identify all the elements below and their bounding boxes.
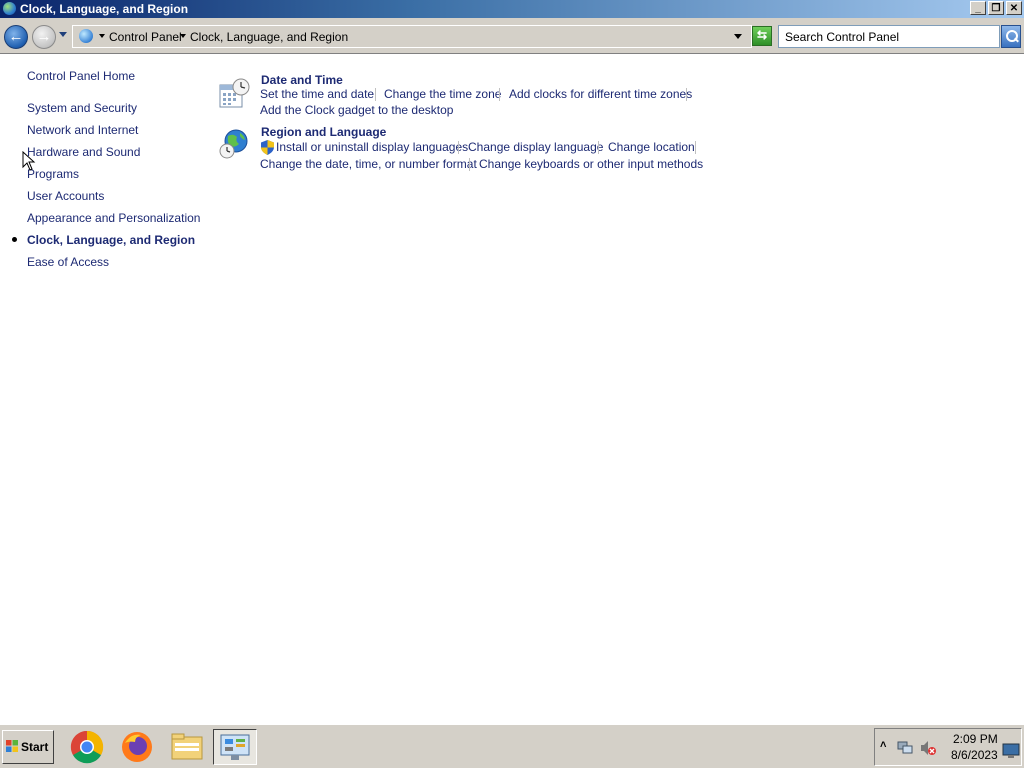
category-region-and-language[interactable]: Region and Language	[261, 125, 386, 139]
task-change-display-language[interactable]: Change display language	[468, 140, 603, 154]
taskbar-firefox[interactable]	[115, 729, 159, 765]
task-add-clock-gadget[interactable]: Add the Clock gadget to the desktop	[260, 103, 453, 117]
task-change-location[interactable]: Change location	[608, 140, 695, 154]
taskbar: Start ˄	[0, 724, 1024, 768]
sidebar-item-control-panel-home[interactable]: Control Panel Home	[27, 69, 135, 83]
control-panel-icon	[3, 2, 16, 15]
clock-calendar-icon[interactable]	[218, 77, 250, 109]
minimize-button[interactable]: _	[970, 1, 986, 15]
control-panel-location-icon	[79, 29, 93, 43]
windows-logo-icon	[6, 740, 18, 752]
breadcrumb-control-panel[interactable]: Control Panel	[109, 30, 182, 44]
clock-date[interactable]: 8/6/2023	[951, 748, 998, 762]
forward-button[interactable]: →	[32, 25, 56, 49]
clock-time[interactable]: 2:09 PM	[953, 732, 998, 746]
notification-area: ˄	[874, 728, 1022, 766]
search-input[interactable]: Search Control Panel	[778, 25, 1000, 48]
sidebar-item-system-and-security[interactable]: System and Security	[27, 101, 137, 115]
network-icon[interactable]	[897, 740, 913, 756]
address-dropdown-icon[interactable]	[734, 34, 742, 39]
taskbar-chrome[interactable]	[65, 729, 109, 765]
back-button[interactable]: ←	[4, 25, 28, 49]
mouse-cursor-icon	[22, 151, 36, 171]
start-button[interactable]: Start	[2, 730, 54, 764]
restore-button[interactable]: ❐	[988, 1, 1004, 15]
refresh-button[interactable]: ⇆	[752, 26, 772, 46]
taskbar-file-explorer[interactable]	[165, 729, 209, 765]
task-change-keyboards[interactable]: Change keyboards or other input methods	[479, 157, 703, 171]
title-bar: Clock, Language, and Region _ ❐ ✕	[0, 0, 1024, 18]
window-controls: _ ❐ ✕	[970, 1, 1022, 15]
task-change-date-time-number-format[interactable]: Change the date, time, or number format	[260, 157, 477, 171]
chrome-icon	[70, 730, 104, 764]
task-add-clocks[interactable]: Add clocks for different time zones	[509, 87, 692, 101]
category-date-and-time[interactable]: Date and Time	[261, 73, 343, 87]
uac-shield-icon	[261, 140, 274, 155]
address-field[interactable]: Control Panel Clock, Language, and Regio…	[72, 25, 752, 48]
firefox-icon	[122, 732, 152, 762]
chevron-down-icon[interactable]	[180, 34, 186, 38]
task-change-time-zone[interactable]: Change the time zone	[384, 87, 501, 101]
task-install-uninstall-display-languages[interactable]: Install or uninstall display languages	[276, 140, 468, 154]
sidebar-item-clock-language-and-region[interactable]: Clock, Language, and Region	[27, 233, 195, 247]
window-title: Clock, Language, and Region	[20, 2, 189, 16]
current-item-bullet	[12, 237, 17, 242]
globe-clock-icon[interactable]	[218, 128, 250, 160]
show-hidden-icons-icon[interactable]: ˄	[880, 739, 886, 751]
taskbar-control-panel[interactable]	[213, 729, 257, 765]
task-set-time-and-date[interactable]: Set the time and date	[260, 87, 374, 101]
start-label: Start	[21, 740, 49, 754]
close-button[interactable]: ✕	[1006, 1, 1022, 15]
show-desktop-icon[interactable]	[1002, 743, 1020, 759]
volume-muted-icon[interactable]	[920, 740, 936, 756]
control-panel-icon	[220, 734, 250, 760]
sidebar-item-network-and-internet[interactable]: Network and Internet	[27, 123, 138, 137]
sidebar-item-appearance-and-personalization[interactable]: Appearance and Personalization	[27, 211, 200, 225]
chevron-down-icon[interactable]	[99, 34, 105, 38]
breadcrumb-current[interactable]: Clock, Language, and Region	[190, 30, 348, 44]
search-button[interactable]	[1001, 25, 1021, 48]
file-explorer-icon	[171, 733, 203, 760]
sidebar-item-user-accounts[interactable]: User Accounts	[27, 189, 104, 203]
address-toolbar: ← → Control Panel Clock, Language, and R…	[0, 18, 1024, 54]
sidebar-item-hardware-and-sound[interactable]: Hardware and Sound	[27, 145, 140, 159]
sidebar-item-ease-of-access[interactable]: Ease of Access	[27, 255, 109, 269]
recent-pages-dropdown-icon[interactable]	[59, 32, 67, 37]
